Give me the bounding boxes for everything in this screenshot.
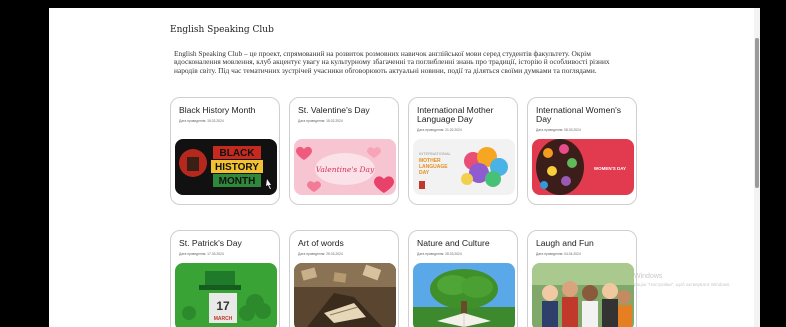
valentines-image-text: Valentine's Day bbox=[316, 165, 375, 174]
page-viewport: English Speaking Club English Speaking C… bbox=[49, 8, 760, 327]
event-image-black-history-month: BLACK HISTORY MONTH bbox=[175, 139, 277, 195]
event-image-womens-day: WOMEN'S DAY bbox=[532, 139, 634, 195]
event-card-date: Дата проведення: 08.03.2024 bbox=[536, 128, 581, 132]
event-card-title: Nature and Culture bbox=[417, 238, 490, 248]
event-card-title: Black History Month bbox=[179, 105, 256, 115]
event-card-date: Дата проведення: 28.03.2024 bbox=[417, 252, 462, 256]
mother-language-text-1: INTERNATIONAL bbox=[419, 151, 451, 156]
watermark-line-2: рацію "Настройки", щоб активувати Window… bbox=[634, 282, 731, 287]
event-card-title: International Women's Day bbox=[536, 105, 622, 125]
event-card-womens-day[interactable]: International Women's Day Дата проведенн… bbox=[527, 97, 637, 205]
event-card-black-history-month[interactable]: Black History Month Дата проведення: 15.… bbox=[170, 97, 280, 205]
windows-activation-watermark: Windows рацію "Настройки", щоб активуват… bbox=[634, 273, 731, 289]
event-image-nature-and-culture bbox=[413, 263, 515, 327]
event-card-title: St. Valentine's Day bbox=[298, 105, 370, 115]
event-card-title: Art of words bbox=[298, 238, 344, 248]
event-image-st-patricks-day: 17 MARCH bbox=[175, 263, 277, 327]
watermark-line-1: Windows bbox=[634, 273, 663, 280]
black-history-word-1: BLACK bbox=[220, 148, 256, 159]
event-image-mother-language-day: INTERNATIONAL MOTHER LANGUAGE DAY bbox=[413, 139, 515, 195]
left-letterbox bbox=[0, 0, 49, 327]
womens-day-image-text: WOMEN'S DAY bbox=[594, 166, 626, 171]
black-history-word-2: HISTORY bbox=[215, 162, 259, 173]
event-card-st-patricks-day[interactable]: St. Patrick's Day Дата проведення: 17.03… bbox=[170, 230, 280, 327]
event-card-valentines-day[interactable]: St. Valentine's Day Дата проведення: 15.… bbox=[289, 97, 399, 205]
event-image-laugh-and-fun bbox=[532, 263, 634, 327]
event-card-laugh-and-fun[interactable]: Laugh and Fun Дата проведення: 04.04.202… bbox=[527, 230, 637, 327]
event-card-date: Дата проведення: 21.02.2024 bbox=[417, 128, 462, 132]
event-card-art-of-words[interactable]: Art of words Дата проведення: 25.03.2024 bbox=[289, 230, 399, 327]
event-card-title: Laugh and Fun bbox=[536, 238, 594, 248]
event-card-date: Дата проведення: 25.03.2024 bbox=[298, 252, 343, 256]
event-card-title: International Mother Language Day bbox=[417, 105, 494, 125]
event-card-date: Дата проведення: 17.03.2024 bbox=[179, 252, 224, 256]
vertical-scrollbar[interactable] bbox=[754, 8, 760, 327]
event-card-mother-language-day[interactable]: International Mother Language Day Дата п… bbox=[408, 97, 518, 205]
event-card-title: St. Patrick's Day bbox=[179, 238, 242, 248]
scrollbar-thumb[interactable] bbox=[755, 38, 759, 188]
event-card-date: Дата проведення: 15.02.2024 bbox=[179, 119, 224, 123]
st-patricks-date-number: 17 bbox=[216, 299, 230, 313]
event-card-nature-and-culture[interactable]: Nature and Culture Дата проведення: 28.0… bbox=[408, 230, 518, 327]
event-image-art-of-words bbox=[294, 263, 396, 327]
intro-paragraph: English Speaking Club – це проект, спрям… bbox=[174, 49, 610, 75]
black-history-word-3: MONTH bbox=[219, 176, 256, 187]
event-card-date: Дата проведення: 15.02.2024 bbox=[298, 119, 343, 123]
event-card-date: Дата проведення: 04.04.2024 bbox=[536, 252, 581, 256]
page-title: English Speaking Club bbox=[170, 25, 274, 35]
mother-language-text-4: DAY bbox=[419, 170, 430, 176]
right-letterbox bbox=[760, 0, 786, 327]
st-patricks-month: MARCH bbox=[214, 316, 233, 322]
event-image-valentines-day: Valentine's Day bbox=[294, 139, 396, 195]
